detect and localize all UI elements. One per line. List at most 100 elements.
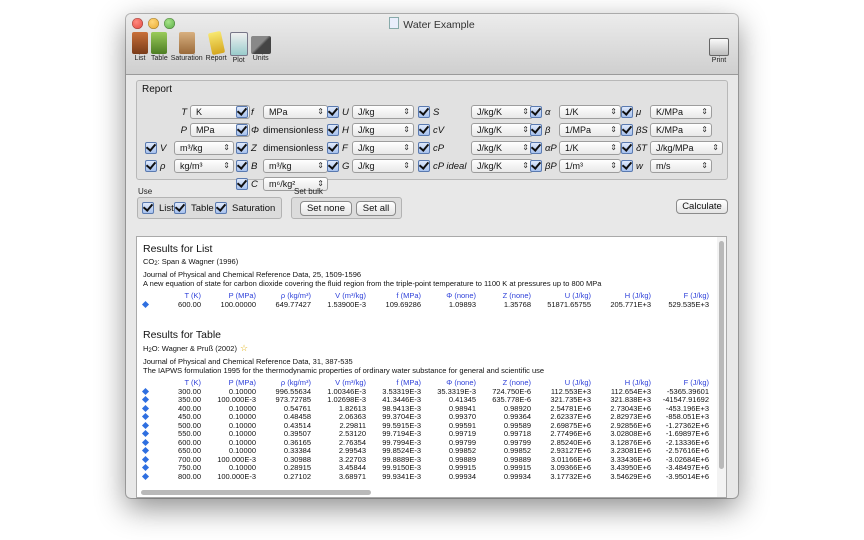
F-unit-select[interactable]: J/kg (352, 141, 414, 155)
U-checkbox[interactable] (327, 106, 339, 118)
toolbar-print-button[interactable]: Print (709, 32, 729, 64)
toolbar-saturation-button[interactable]: Saturation (171, 32, 203, 64)
B-checkbox[interactable] (236, 160, 248, 172)
alphaP-checkbox[interactable] (530, 142, 542, 154)
mu-unit-select[interactable]: K/MPa (650, 105, 712, 119)
use-table-checkbox[interactable] (174, 202, 186, 214)
B-unit-select[interactable]: m³/kg (263, 159, 328, 173)
report-mu: μ K/MPa (621, 105, 712, 119)
H-unit-select[interactable]: J/kg (352, 123, 414, 137)
phi-checkbox[interactable] (236, 124, 248, 136)
toolbar-table-button[interactable]: Table (151, 32, 168, 64)
row-marker (141, 463, 161, 473)
G-checkbox[interactable] (327, 160, 339, 172)
G-unit-select[interactable]: J/kg (352, 159, 414, 173)
table-source: : Wagner & Pruß (2002) (157, 344, 237, 353)
use-saturation-label: Saturation (232, 202, 276, 214)
alpha-label: α (545, 106, 551, 118)
use-list-label: List (159, 202, 174, 214)
report-title: Report (142, 84, 173, 95)
toolbar-label: Plot (232, 57, 245, 64)
results-view[interactable]: Results for List CO2: Span & Wagner (199… (136, 236, 719, 498)
beta-checkbox[interactable] (530, 124, 542, 136)
diamond-icon (141, 429, 150, 438)
toolbar-label: Table (151, 55, 168, 62)
f-checkbox[interactable] (236, 106, 248, 118)
cPideal-checkbox[interactable] (418, 160, 430, 172)
beta-unit-select[interactable]: 1/MPa (559, 123, 621, 137)
toolbar-report-button[interactable]: Report (206, 30, 227, 64)
alphaP-unit-select[interactable]: 1/K (559, 141, 621, 155)
table-row[interactable]: 600.00 100.00000 649.77427 1.53900E-3 109.69… (141, 299, 709, 310)
toolbar-label: Print (711, 57, 727, 64)
saturation-icon (178, 32, 195, 54)
table-row[interactable]: 800.00 100.000E-3 0.27102 3.68971 99.9341E-3… (141, 471, 709, 482)
table-cell: 1.35768 (503, 299, 531, 309)
betaS-checkbox[interactable] (621, 124, 633, 136)
table-cell: -3.95014E+6 (665, 471, 709, 481)
betaP-label: βP (545, 160, 557, 172)
cP-checkbox[interactable] (418, 142, 430, 154)
betaP-unit-select[interactable]: 1/m³ (559, 159, 621, 173)
w-unit-select[interactable]: m/s (650, 159, 712, 173)
use-list-checkbox[interactable] (142, 202, 154, 214)
row-marker (141, 421, 161, 431)
toolbar: List Table Saturation Report Plot Units (132, 30, 274, 64)
alpha-unit-select[interactable]: 1/K (559, 105, 621, 119)
beta-label: β (545, 124, 551, 136)
diamond-icon (141, 455, 150, 463)
calculate-button[interactable]: Calculate (676, 199, 728, 214)
list-source: : Span & Wagner (1996) (157, 257, 239, 266)
vertical-scrollbar-thumb[interactable] (719, 241, 724, 469)
rho-unit-select[interactable]: kg/m³ (174, 159, 234, 173)
diamond-icon (141, 421, 150, 429)
table-description: The IAPWS formulation 1995 for the therm… (143, 366, 545, 375)
cV-checkbox[interactable] (418, 124, 430, 136)
C-checkbox[interactable] (236, 178, 248, 190)
diamond-icon (141, 395, 150, 404)
H-checkbox[interactable] (327, 124, 339, 136)
toolbar-list-button[interactable]: List (132, 32, 148, 64)
table-icon (151, 32, 168, 54)
set-none-button[interactable]: Set none (300, 201, 352, 216)
rho-checkbox[interactable] (145, 160, 157, 172)
mu-checkbox[interactable] (621, 106, 633, 118)
Z-checkbox[interactable] (236, 142, 248, 154)
window-title: Water Example (126, 17, 738, 31)
cPideal-unit-select[interactable]: J/kg/K (471, 159, 533, 173)
use-group: List Table Saturation (137, 197, 282, 219)
F-checkbox[interactable] (327, 142, 339, 154)
G-label: G (342, 160, 350, 172)
deltaT-label: δT (636, 142, 648, 154)
table-cell: 3.68971 (338, 471, 366, 481)
S-unit-select[interactable]: J/kg/K (471, 105, 533, 119)
toolbar-units-button[interactable]: Units (250, 32, 271, 64)
f-unit-select[interactable]: MPa (263, 105, 328, 119)
deltaT-unit-select[interactable]: J/kg/MPa (650, 141, 723, 155)
table-cell: 800.00 (178, 471, 201, 481)
B-label: B (251, 160, 258, 172)
betaP-checkbox[interactable] (530, 160, 542, 172)
w-checkbox[interactable] (621, 160, 633, 172)
cV-unit-select[interactable]: J/kg/K (471, 123, 533, 137)
V-unit-select[interactable]: m³/kg (174, 141, 234, 155)
V-checkbox[interactable] (145, 142, 157, 154)
alpha-checkbox[interactable] (530, 106, 542, 118)
mu-label: μ (636, 106, 642, 118)
set-all-button[interactable]: Set all (356, 201, 396, 216)
deltaT-checkbox[interactable] (621, 142, 633, 154)
row-marker (141, 412, 161, 422)
table-cell: 100.00000 (220, 299, 256, 309)
use-saturation-checkbox[interactable] (215, 202, 227, 214)
report-H: H J/kg (327, 123, 414, 137)
S-checkbox[interactable] (418, 106, 430, 118)
cP-unit-select[interactable]: J/kg/K (471, 141, 533, 155)
vertical-scrollbar[interactable] (717, 236, 727, 498)
U-unit-select[interactable]: J/kg (352, 105, 414, 119)
horizontal-scrollbar-thumb[interactable] (141, 490, 371, 495)
betaS-unit-select[interactable]: K/MPa (650, 123, 712, 137)
header-spacer (141, 292, 161, 301)
toolbar-plot-button[interactable]: Plot (229, 32, 248, 64)
setbulk-group-label: Set bulk (294, 187, 323, 196)
report-cP: cP J/kg/K (418, 141, 533, 155)
